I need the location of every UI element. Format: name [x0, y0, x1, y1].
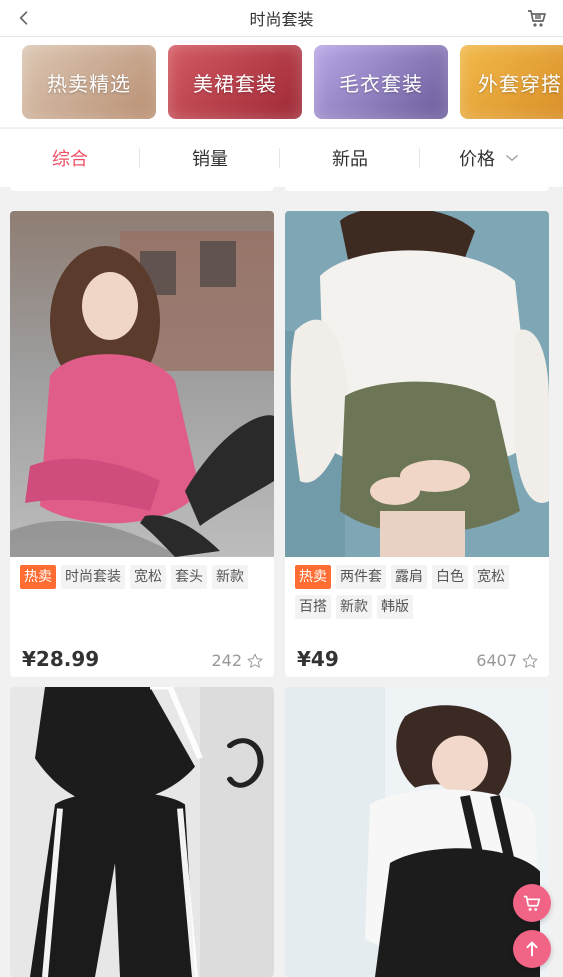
tag: 宽松 [473, 565, 509, 589]
product-card[interactable] [285, 687, 549, 977]
product-image[interactable] [10, 211, 274, 557]
product-card[interactable]: 热卖 时尚套装 宽松 套头 新款 ¥28.99 242 [10, 211, 274, 677]
cart-icon[interactable] [525, 6, 549, 30]
cart-icon [523, 895, 541, 911]
sort-price[interactable]: 价格 [420, 129, 560, 187]
category-dress-set[interactable]: 美裙套装 [168, 45, 302, 119]
sort-label: 综合 [52, 149, 88, 170]
category-label: 毛衣套装 [339, 71, 423, 96]
favorite-count[interactable]: 6407 [476, 651, 539, 670]
category-label: 美裙套装 [193, 71, 277, 96]
tag: 韩版 [377, 595, 413, 619]
sort-label: 销量 [192, 149, 228, 170]
sort-bar: 综合 销量 新品 价格 [0, 128, 563, 188]
back-to-top-button[interactable] [513, 930, 551, 968]
product-price: ¥49 [297, 647, 339, 671]
sort-new[interactable]: 新品 [280, 129, 420, 187]
tag: 百搭 [295, 595, 331, 619]
tag: 新款 [212, 565, 248, 589]
tag-list: 热卖 两件套 露肩 白色 宽松 百搭 新款 韩版 [295, 565, 539, 619]
tag: 时尚套装 [61, 565, 125, 589]
arrow-up-icon [526, 941, 538, 957]
tag: 新款 [336, 595, 372, 619]
product-grid: 热卖 时尚套装 宽松 套头 新款 ¥28.99 242 热卖 两件套 露肩 白色… [0, 187, 563, 977]
favorite-count-text: 242 [211, 651, 242, 670]
tag: 两件套 [336, 565, 386, 589]
product-price: ¥28.99 [22, 647, 100, 671]
tag-list: 热卖 时尚套装 宽松 套头 新款 [20, 565, 264, 589]
category-strip: 热卖精选 美裙套装 毛衣套装 外套穿搭 [0, 37, 563, 127]
chevron-down-icon [506, 155, 518, 161]
category-coat-outfit[interactable]: 外套穿搭 [460, 45, 563, 119]
top-header: 时尚套装 [0, 0, 563, 37]
tag-hot: 热卖 [295, 565, 331, 589]
sort-comprehensive[interactable]: 综合 [0, 129, 140, 187]
product-card[interactable] [10, 687, 274, 977]
product-card[interactable]: 热卖 两件套 露肩 白色 宽松 百搭 新款 韩版 ¥49 6407 [285, 211, 549, 677]
tag: 白色 [432, 565, 468, 589]
product-image[interactable] [285, 211, 549, 557]
category-label: 外套穿搭 [478, 71, 562, 96]
tag-hot: 热卖 [20, 565, 56, 589]
favorite-count[interactable]: 242 [211, 651, 264, 670]
category-hot[interactable]: 热卖精选 [22, 45, 156, 119]
category-label: 热卖精选 [47, 71, 131, 96]
product-image[interactable] [285, 687, 549, 977]
favorite-count-text: 6407 [476, 651, 517, 670]
tag: 宽松 [130, 565, 166, 589]
tag: 露肩 [391, 565, 427, 589]
category-sweater-set[interactable]: 毛衣套装 [314, 45, 448, 119]
sort-label: 新品 [332, 149, 368, 170]
tag: 套头 [171, 565, 207, 589]
previous-card-bottom [285, 187, 549, 191]
star-outline-icon [522, 653, 538, 668]
sort-sales[interactable]: 销量 [140, 129, 280, 187]
star-outline-icon [247, 653, 263, 668]
sort-label: 价格 [459, 149, 495, 170]
previous-card-bottom [10, 187, 274, 191]
product-image[interactable] [10, 687, 274, 977]
floating-cart-button[interactable] [513, 884, 551, 922]
page-title: 时尚套装 [249, 10, 314, 29]
